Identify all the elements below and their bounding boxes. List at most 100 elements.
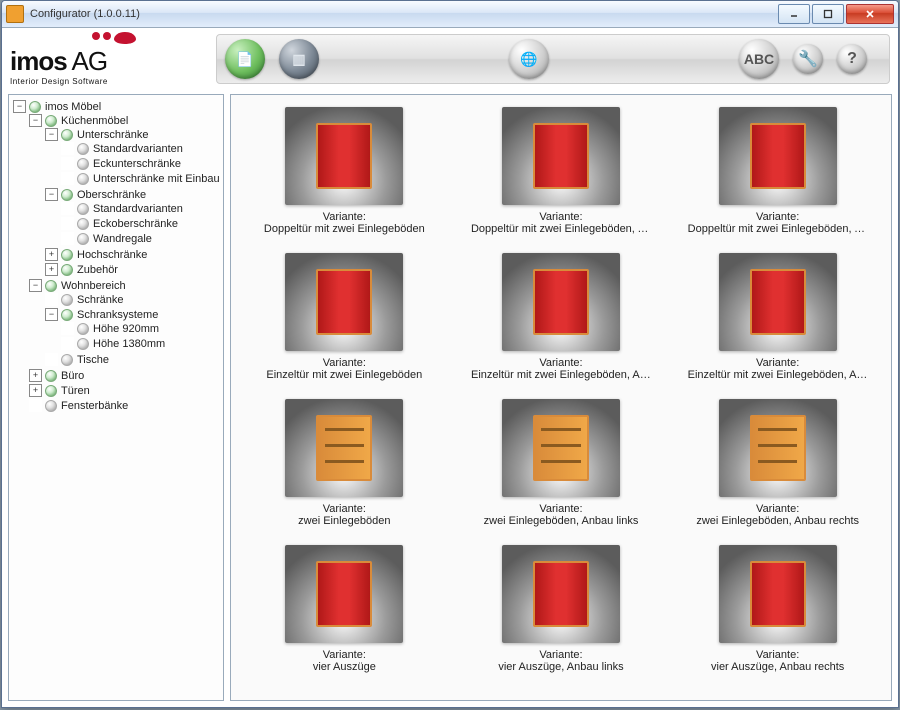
gallery-panel[interactable]: Variante:Doppeltür mit zwei Einlegeböden… <box>230 94 892 701</box>
tree-item-label: Schränke <box>77 294 123 306</box>
collapse-icon[interactable]: − <box>45 128 58 141</box>
collapse-icon[interactable]: − <box>29 114 42 127</box>
tree-spacer <box>61 337 74 350</box>
tree-item[interactable]: + Zubehör <box>45 263 221 276</box>
tree-item-label: Zubehör <box>77 264 118 276</box>
tree-item[interactable]: Schränke <box>45 293 221 306</box>
tree-spacer <box>61 172 74 185</box>
tree-item[interactable]: +Türen <box>29 384 221 397</box>
collapse-icon[interactable]: − <box>45 188 58 201</box>
tree-item[interactable]: Wandregale <box>61 232 221 245</box>
toolbar-lang-button[interactable]: ABC <box>739 39 779 79</box>
expand-icon[interactable]: + <box>29 384 42 397</box>
gallery-item[interactable]: Variante:vier Auszüge, Anbau rechts <box>676 545 879 673</box>
tree-item[interactable]: Tische <box>45 353 221 366</box>
tree-item-label: Wandregale <box>93 233 152 245</box>
tree-item[interactable]: Standardvarianten <box>61 142 221 155</box>
tree-item-label: Höhe 920mm <box>93 323 159 335</box>
window-title: Configurator (1.0.0.11) <box>30 8 776 20</box>
tree-bullet-icon <box>61 354 73 366</box>
close-button[interactable] <box>846 4 894 24</box>
gallery-item[interactable]: Variante:vier Auszüge <box>243 545 446 673</box>
app-window: Configurator (1.0.0.11) imos AG Interior… <box>1 0 899 708</box>
tree-bullet-icon <box>45 385 57 397</box>
gallery-thumbnail <box>285 253 403 351</box>
header-row: imos AG Interior Design Software 📄 ▥ 🌐 ABC 🔧… <box>2 28 898 88</box>
tree-item[interactable]: Fensterbänke <box>29 399 221 412</box>
tree-item-label: Hochschränke <box>77 249 147 261</box>
tree-item[interactable]: − Wohnbereich <box>29 279 221 292</box>
gallery-thumbnail <box>502 253 620 351</box>
tree-bullet-icon <box>77 233 89 245</box>
gallery-item[interactable]: Variante:zwei Einlegeböden, Anbau rechts <box>676 399 879 527</box>
minimize-button[interactable] <box>778 4 810 24</box>
expand-icon[interactable]: + <box>45 248 58 261</box>
collapse-icon[interactable]: − <box>45 308 58 321</box>
tree-item-label: Wohnbereich <box>61 280 126 292</box>
gallery-item[interactable]: Variante:Einzeltür mit zwei Einlegeböden… <box>676 253 879 381</box>
tree-item[interactable]: −Oberschränke <box>45 188 221 201</box>
tree-item-label: Eckunterschränke <box>93 158 181 170</box>
tree-item-label: Standardvarianten <box>93 203 183 215</box>
toolbar-server-button[interactable]: ▥ <box>279 39 319 79</box>
titlebar[interactable]: Configurator (1.0.0.11) <box>2 1 898 28</box>
tree-bullet-icon <box>77 338 89 350</box>
tree-item-label: imos Möbel <box>45 101 101 113</box>
tree-spacer <box>45 293 58 306</box>
gallery-item[interactable]: Variante:Doppeltür mit zwei Einlegeböden… <box>676 107 879 235</box>
gallery-thumbnail <box>719 545 837 643</box>
tree-item[interactable]: Höhe 920mm <box>61 322 221 335</box>
gallery-item[interactable]: Variante:zwei Einlegeböden, Anbau links <box>460 399 663 527</box>
tree-item-label: Unterschränke <box>77 129 149 141</box>
logo-brand-light: AG <box>67 46 107 76</box>
gallery-caption: Variante:Einzeltür mit zwei Einlegeböden… <box>471 357 651 381</box>
gallery-item[interactable]: Variante:Einzeltür mit zwei Einlegeböden <box>243 253 446 381</box>
tree-bullet-icon <box>45 280 57 292</box>
gallery-item[interactable]: Variante:zwei Einlegeböden <box>243 399 446 527</box>
gallery-thumbnail <box>502 545 620 643</box>
gallery-thumbnail <box>285 107 403 205</box>
expand-icon[interactable]: + <box>29 369 42 382</box>
toolbar-config-button[interactable]: 📄 <box>225 39 265 79</box>
gallery-item[interactable]: Variante:Doppeltür mit zwei Einlegeböden… <box>460 107 663 235</box>
gallery-thumbnail <box>719 107 837 205</box>
tree-item-label: Schranksysteme <box>77 309 158 321</box>
tree-item-label: Standardvarianten <box>93 143 183 155</box>
gallery-caption: Variante:Doppeltür mit zwei Einlegeböden <box>264 211 425 235</box>
gallery-caption: Variante:zwei Einlegeböden, Anbau links <box>484 503 639 527</box>
tree-item[interactable]: − Schranksysteme <box>45 308 221 321</box>
tree-item-label: Küchenmöbel <box>61 115 128 127</box>
tree-item[interactable]: Unterschränke mit Einbau <box>61 172 221 185</box>
expand-icon[interactable]: + <box>45 263 58 276</box>
logo: imos AG Interior Design Software <box>10 32 210 86</box>
gallery-caption: Variante:vier Auszüge <box>313 649 376 673</box>
tree-item[interactable]: − Unterschränke <box>45 128 221 141</box>
tree-item[interactable]: Eckoberschränke <box>61 217 221 230</box>
collapse-icon[interactable]: − <box>13 100 26 113</box>
toolbar-help-button[interactable]: ? <box>837 44 867 74</box>
gallery-item[interactable]: Variante:vier Auszüge, Anbau links <box>460 545 663 673</box>
tree-item[interactable]: − Küchenmöbel <box>29 114 221 127</box>
maximize-button[interactable] <box>812 4 844 24</box>
gallery-thumbnail <box>285 545 403 643</box>
tree-bullet-icon <box>77 158 89 170</box>
tree-bullet-icon <box>61 264 73 276</box>
collapse-icon[interactable]: − <box>29 279 42 292</box>
tree-item-label: Höhe 1380mm <box>93 338 165 350</box>
tree-spacer <box>45 353 58 366</box>
logo-tagline: Interior Design Software <box>10 77 210 86</box>
tree-item[interactable]: − imos Möbel <box>13 100 221 113</box>
tree-item[interactable]: Standardvarianten <box>61 202 221 215</box>
tree-item[interactable]: Eckunterschränke <box>61 157 221 170</box>
gallery-item[interactable]: Variante:Einzeltür mit zwei Einlegeböden… <box>460 253 663 381</box>
tree-item-label: Büro <box>61 370 84 382</box>
tree-item[interactable]: + Büro <box>29 369 221 382</box>
tree-bullet-icon <box>45 400 57 412</box>
gallery-item[interactable]: Variante:Doppeltür mit zwei Einlegeböden <box>243 107 446 235</box>
tree-item[interactable]: + Hochschränke <box>45 248 221 261</box>
gallery-thumbnail <box>719 253 837 351</box>
toolbar-web-button[interactable]: 🌐 <box>509 39 549 79</box>
tree-item[interactable]: Höhe 1380mm <box>61 337 221 350</box>
tree-panel[interactable]: −imos Möbel−Küchenmöbel−UnterschränkeSta… <box>8 94 224 701</box>
toolbar-options-button[interactable]: 🔧 <box>793 44 823 74</box>
